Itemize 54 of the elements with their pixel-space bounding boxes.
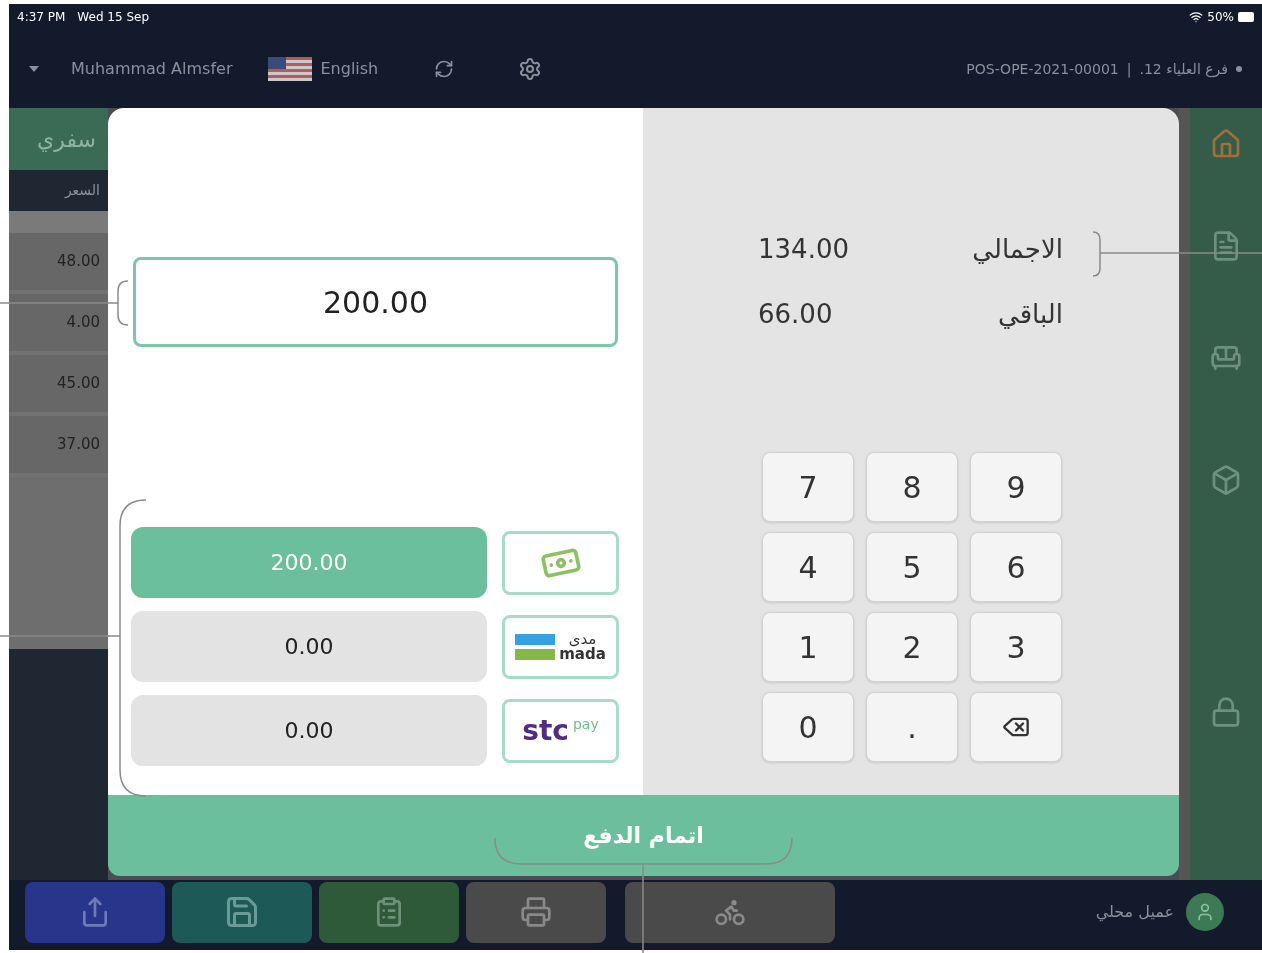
customer-name[interactable]: عميل محلي	[1095, 900, 1174, 924]
share-button[interactable]	[25, 881, 165, 943]
mada-logo-text: مدى	[568, 631, 597, 647]
pay-logo-text: pay	[572, 716, 599, 731]
summary-label: الباقي	[998, 298, 1063, 331]
sync-icon[interactable]	[434, 59, 455, 79]
notes-button[interactable]	[319, 881, 459, 943]
stc-logo-text: stc	[522, 716, 569, 745]
status-time: 4:37 PM	[17, 9, 66, 26]
branch-name: فرع العلياء 12.	[1139, 59, 1228, 80]
print-button[interactable]	[466, 881, 606, 943]
summary-value: 66.00	[758, 298, 833, 331]
keypad-key[interactable]: 7	[762, 452, 854, 522]
summary-label: الاجمالي	[972, 233, 1063, 266]
dropdown-caret-icon[interactable]	[29, 66, 39, 72]
amount-input[interactable]: 200.00	[133, 257, 618, 347]
payment-amount[interactable]: 0.00	[131, 611, 487, 682]
header-separator: |	[1126, 59, 1132, 80]
user-name[interactable]: Muhammad Almsfer	[71, 57, 233, 81]
keypad-key[interactable]: 4	[762, 532, 854, 602]
keypad-key[interactable]: 9	[970, 452, 1062, 522]
flag-icon	[268, 57, 313, 81]
backspace-key[interactable]	[970, 692, 1062, 762]
mada-logo-text: mada	[559, 646, 606, 662]
payment-amount[interactable]: 0.00	[131, 695, 487, 766]
save-icon	[224, 894, 260, 930]
language-selector[interactable]: English	[320, 57, 379, 81]
keypad-key[interactable]: 2	[866, 612, 958, 682]
save-button[interactable]	[172, 881, 312, 943]
price-cell: 4.00	[9, 294, 108, 355]
person-icon	[1195, 902, 1215, 922]
delivery-button[interactable]	[625, 881, 835, 943]
keypad-key[interactable]: 0	[762, 692, 854, 762]
status-dot-icon	[1236, 66, 1242, 72]
printer-icon	[520, 896, 552, 928]
keypad-key[interactable]: .	[866, 692, 958, 762]
price-cell: 45.00	[9, 355, 108, 416]
price-cell: 48.00	[9, 233, 108, 294]
wifi-icon	[1189, 10, 1204, 24]
column-header: السعر	[63, 181, 101, 200]
settings-icon[interactable]	[518, 57, 543, 81]
keypad-key[interactable]: 8	[866, 452, 958, 522]
mada-bars-icon	[515, 633, 556, 660]
keypad-key[interactable]: 6	[970, 532, 1062, 602]
keypad-key[interactable]: 1	[762, 612, 854, 682]
battery-icon	[1238, 12, 1254, 22]
price-cell: 37.00	[9, 416, 108, 477]
status-date: Wed 15 Sep	[77, 9, 150, 26]
register-id: POS-OPE-2021-00001	[966, 59, 1119, 79]
keypad-key[interactable]: 3	[970, 612, 1062, 682]
keypad-key[interactable]: 5	[866, 532, 958, 602]
summary-value: 134.00	[758, 233, 849, 266]
customer-avatar[interactable]	[1186, 893, 1224, 931]
battery-level: 50%	[1207, 9, 1234, 26]
